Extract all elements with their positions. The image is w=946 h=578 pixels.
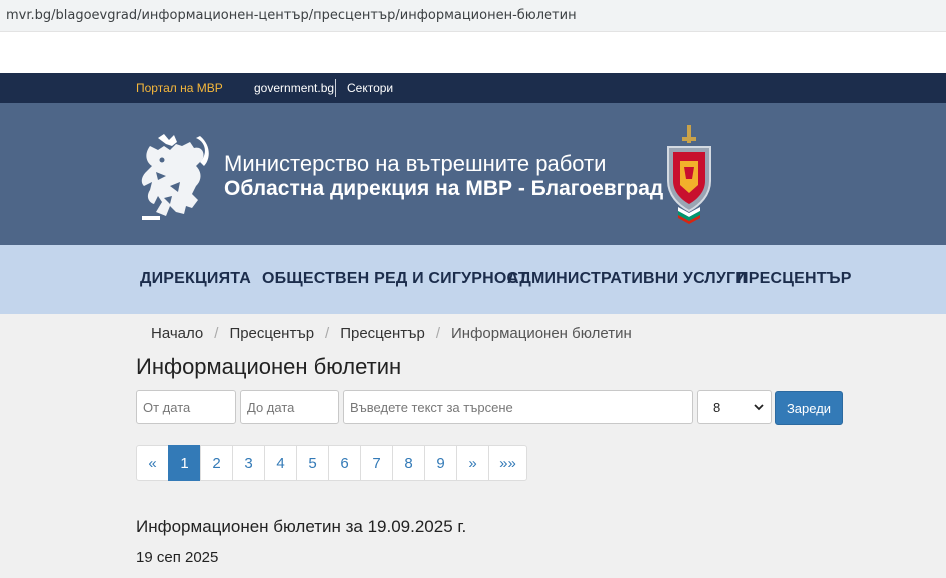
pagination-prev[interactable]: «: [136, 445, 169, 481]
pagination-page-2[interactable]: 2: [200, 445, 233, 481]
breadcrumb-press-center-sub[interactable]: Пресцентър: [340, 325, 425, 342]
pagination-last[interactable]: »»: [488, 445, 527, 481]
search-input[interactable]: [343, 390, 693, 424]
per-page-value: 8: [713, 400, 721, 415]
nav-item-public-order[interactable]: ОБЩЕСТВЕН РЕД И СИГУРНОСТ: [262, 270, 528, 288]
pagination-page-6[interactable]: 6: [328, 445, 361, 481]
government-link[interactable]: government.bg: [254, 81, 334, 95]
pagination-page-5[interactable]: 5: [296, 445, 329, 481]
breadcrumb-current: Информационен бюлетин: [451, 325, 632, 342]
breadcrumb-separator: /: [325, 325, 330, 342]
pagination-page-9[interactable]: 9: [424, 445, 457, 481]
page-top-spacer: [0, 32, 946, 73]
header-banner: Министерство на вътрешните работи Област…: [0, 103, 946, 245]
nav-item-admin-services[interactable]: АДМИНИСТРАТИВНИ УСЛУГИ: [507, 270, 747, 288]
breadcrumb: Начало / Пресцентър / Пресцентър / Информацион…: [151, 325, 632, 342]
ministry-title: Министерство на вътрешните работи: [224, 151, 607, 176]
address-bar[interactable]: mvr.bg/blagoevgrad/информационен-център/…: [0, 0, 946, 32]
pagination-next[interactable]: »: [456, 445, 489, 481]
page-title: Информационен бюлетин: [136, 354, 402, 379]
main-navigation: ДИРЕКЦИЯТА ОБЩЕСТВЕН РЕД И СИГУРНОСТ АДМ…: [0, 245, 946, 314]
breadcrumb-press-center[interactable]: Пресцентър: [229, 325, 314, 342]
top-links-bar: Портал на МВР government.bg Сектори: [0, 73, 946, 103]
news-item-title[interactable]: Информационен бюлетин за 19.09.2025 г.: [136, 517, 466, 537]
date-to-input[interactable]: [240, 390, 339, 424]
date-from-input[interactable]: [136, 390, 236, 424]
sectors-link[interactable]: Сектори: [347, 81, 393, 95]
chevron-down-icon: [754, 404, 764, 411]
breadcrumb-separator: /: [214, 325, 219, 342]
topbar-divider: [335, 79, 336, 97]
per-page-select[interactable]: 8: [697, 390, 772, 424]
pagination-page-8[interactable]: 8: [392, 445, 425, 481]
load-button[interactable]: Зареди: [775, 391, 843, 425]
pagination-page-4[interactable]: 4: [264, 445, 297, 481]
breadcrumb-home[interactable]: Начало: [151, 325, 203, 342]
lion-logo-icon[interactable]: [136, 132, 210, 220]
directorate-title: Областна дирекция на МВР - Благоевград: [224, 177, 664, 200]
pagination-page-1[interactable]: 1: [168, 445, 201, 481]
pagination-page-3[interactable]: 3: [232, 445, 265, 481]
portal-link[interactable]: Портал на МВР: [136, 81, 223, 95]
pagination: « 1 2 3 4 5 6 7 8 9 » »»: [136, 445, 527, 481]
nav-item-directorate[interactable]: ДИРЕКЦИЯТА: [140, 270, 251, 288]
shield-crest-icon: [667, 125, 711, 224]
nav-item-press-center[interactable]: ПРЕСЦЕНТЪР: [737, 270, 852, 288]
news-item-date: 19 сеп 2025: [136, 549, 219, 566]
url-text[interactable]: mvr.bg/blagoevgrad/информационен-център/…: [6, 8, 577, 23]
breadcrumb-separator: /: [435, 325, 440, 342]
pagination-page-7[interactable]: 7: [360, 445, 393, 481]
